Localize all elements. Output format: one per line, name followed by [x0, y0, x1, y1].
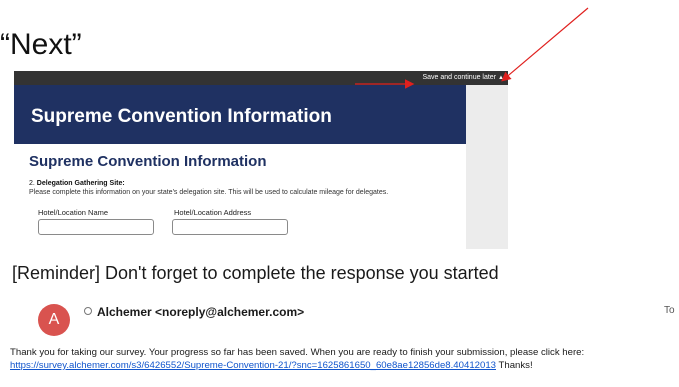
resume-survey-link[interactable]: https://survey.alchemer.com/s3/6426552/S…	[10, 360, 496, 371]
sender-name[interactable]: Alchemer <noreply@alchemer.com>	[84, 305, 304, 319]
save-and-continue-later-link[interactable]: Save and continue later ▲	[422, 73, 504, 83]
save-later-label: Save and continue later	[422, 74, 497, 81]
arrow-diagonal	[501, 7, 589, 82]
question-description: Please complete this information on your…	[29, 189, 389, 196]
sender-avatar: A	[38, 304, 70, 336]
hotel-name-input[interactable]	[38, 219, 154, 235]
survey-topbar: Save and continue later ▲	[14, 71, 508, 85]
email-body-text: Thank you for taking our survey. Your pr…	[10, 347, 585, 358]
to-label: To	[664, 305, 675, 316]
email-body: Thank you for taking our survey. Your pr…	[10, 346, 678, 372]
survey-form: Supreme Convention Information 2. Delega…	[14, 144, 466, 249]
survey-sidebar	[466, 85, 508, 249]
question-label: 2. Delegation Gathering Site:	[29, 180, 125, 187]
question-number: 2.	[29, 180, 35, 187]
banner-title: Supreme Convention Information	[31, 106, 332, 127]
email-thanks: Thanks!	[498, 360, 533, 371]
caret-up-icon: ▲	[498, 75, 504, 81]
survey-screenshot: Save and continue later ▲ Supreme Convent…	[14, 71, 508, 249]
page-heading: Supreme Convention Information	[29, 153, 267, 170]
hotel-address-label: Hotel/Location Address	[174, 208, 252, 217]
email-subject: [Reminder] Don't forget to complete the …	[12, 263, 499, 283]
sender-address: Alchemer <noreply@alchemer.com>	[97, 305, 305, 319]
status-dot-icon	[84, 307, 92, 315]
hotel-name-label: Hotel/Location Name	[38, 208, 109, 217]
hotel-address-input[interactable]	[172, 219, 288, 235]
question-title: Delegation Gathering Site:	[36, 180, 125, 187]
survey-banner: Supreme Convention Information	[14, 85, 466, 144]
slide-title: “Next”	[0, 28, 82, 61]
